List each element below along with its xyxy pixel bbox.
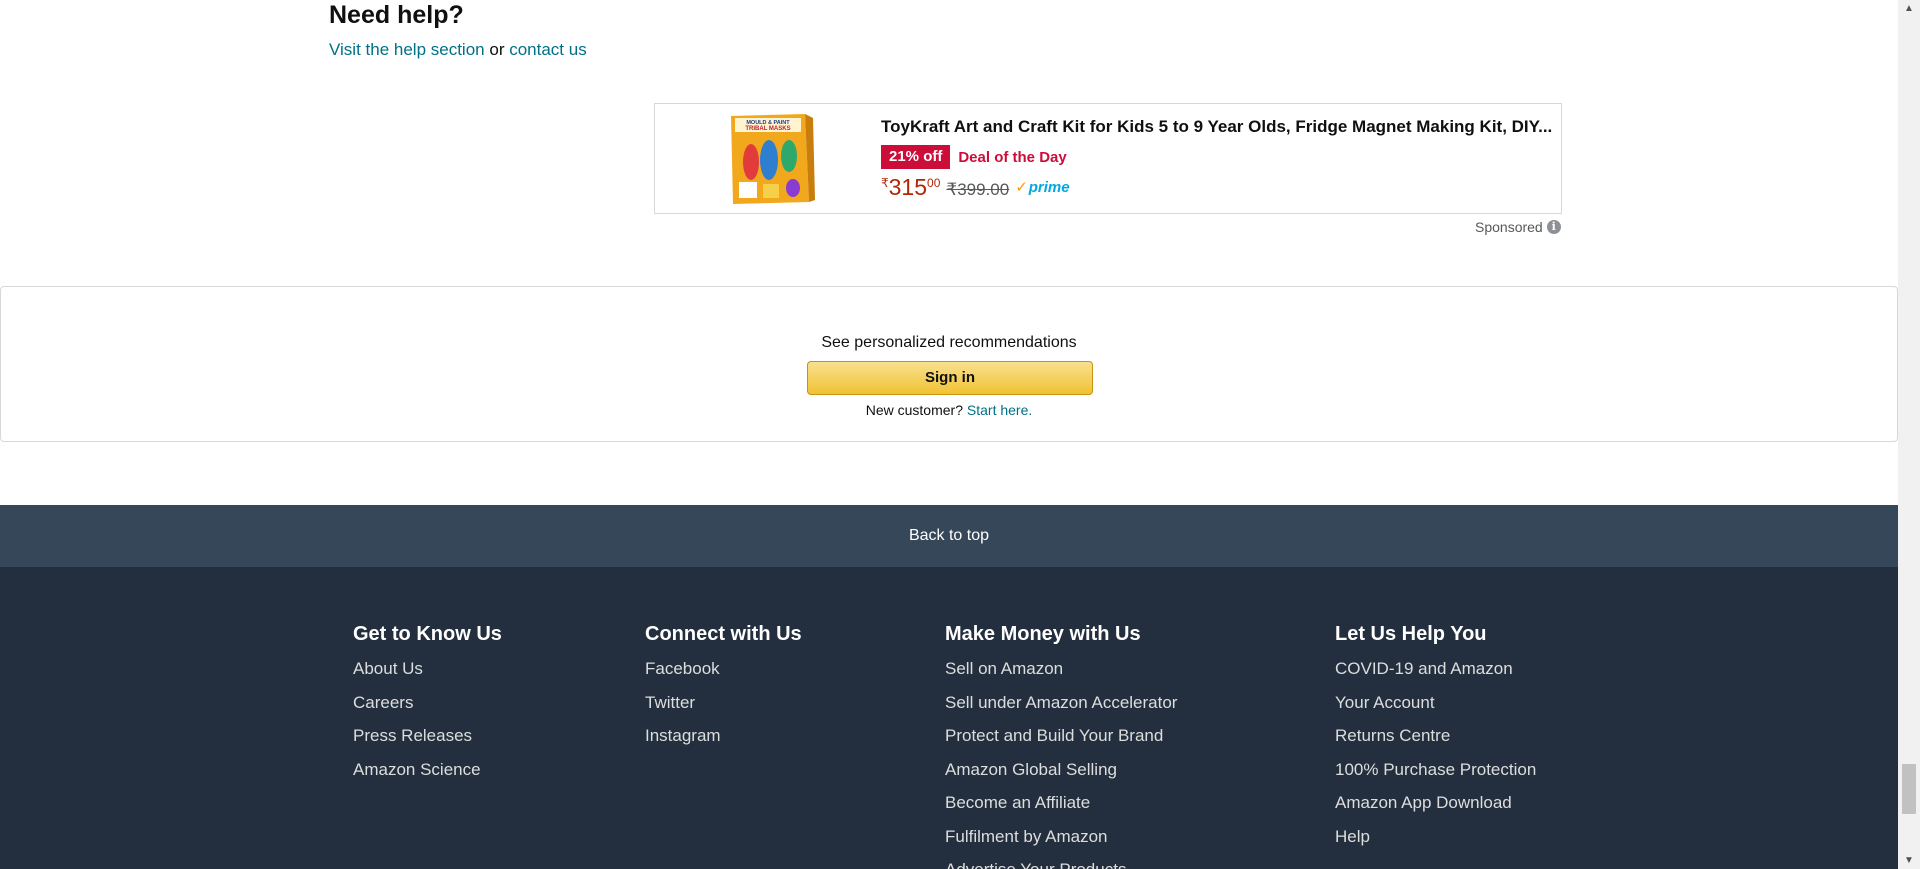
product-thumbnail[interactable]: MOULD & PAINT TRIBAL MASKS xyxy=(723,110,819,208)
product-box-image: MOULD & PAINT TRIBAL MASKS xyxy=(731,114,815,204)
help-section: Need help? Visit the help section or con… xyxy=(329,0,587,61)
footer-link-list: COVID-19 and Amazon Your Account Returns… xyxy=(1335,658,1536,848)
footer-link-purchase-protection[interactable]: 100% Purchase Protection xyxy=(1335,759,1536,781)
footer-column-title: Make Money with Us xyxy=(945,623,1141,645)
footer-column-make-money-with-us: Make Money with Us Sell on Amazon Sell u… xyxy=(945,622,1177,869)
footer-link-facebook[interactable]: Facebook xyxy=(645,658,802,680)
page: Need help? Visit the help section or con… xyxy=(0,0,1920,869)
help-line: Visit the help section or contact us xyxy=(329,39,587,61)
sponsored-text: Sponsored xyxy=(1475,219,1543,235)
help-section-link[interactable]: Visit the help section xyxy=(329,40,485,59)
help-or-text: or xyxy=(489,40,505,59)
old-price: ₹399.00 xyxy=(946,180,1010,199)
footer-link-about-us[interactable]: About Us xyxy=(353,658,502,680)
sponsored-product-card[interactable]: MOULD & PAINT TRIBAL MASKS ToyKraft Art … xyxy=(654,103,1562,214)
footer-link-list: About Us Careers Press Releases Amazon S… xyxy=(353,658,502,781)
recommendations-text: See personalized recommendations xyxy=(821,334,1077,351)
vertical-scrollbar[interactable]: ▲ ▼ xyxy=(1898,0,1920,869)
footer-link-become-affiliate[interactable]: Become an Affiliate xyxy=(945,792,1177,814)
footer-link-press-releases[interactable]: Press Releases xyxy=(353,725,502,747)
scrollbar-thumb[interactable] xyxy=(1902,764,1916,814)
footer: Get to Know Us About Us Careers Press Re… xyxy=(0,567,1898,869)
footer-column-connect-with-us: Connect with Us Facebook Twitter Instagr… xyxy=(645,622,802,759)
product-title[interactable]: ToyKraft Art and Craft Kit for Kids 5 to… xyxy=(881,116,1557,138)
footer-link-sell-on-amazon[interactable]: Sell on Amazon xyxy=(945,658,1177,680)
deal-of-the-day-label: Deal of the Day xyxy=(958,148,1067,166)
price-fraction: 00 xyxy=(927,176,941,190)
currency-symbol: ₹ xyxy=(881,176,889,190)
footer-link-help[interactable]: Help xyxy=(1335,826,1536,848)
footer-column-title: Let Us Help You xyxy=(1335,623,1487,645)
scroll-up-arrow-icon[interactable]: ▲ xyxy=(1898,0,1920,17)
prime-logo: ✓ prime xyxy=(1015,178,1070,197)
footer-link-app-download[interactable]: Amazon App Download xyxy=(1335,792,1536,814)
info-icon[interactable]: i xyxy=(1546,220,1561,234)
footer-link-protect-brand[interactable]: Protect and Build Your Brand xyxy=(945,725,1177,747)
footer-column-get-to-know-us: Get to Know Us About Us Careers Press Re… xyxy=(353,622,502,792)
footer-link-advertise[interactable]: Advertise Your Products xyxy=(945,859,1177,869)
footer-link-global-selling[interactable]: Amazon Global Selling xyxy=(945,759,1177,781)
price-row: ₹ 315 00 ₹399.00 ✓ prime xyxy=(881,174,1557,200)
footer-link-amazon-science[interactable]: Amazon Science xyxy=(353,759,502,781)
back-to-top-button[interactable]: Back to top xyxy=(0,505,1898,567)
footer-link-list: Sell on Amazon Sell under Amazon Acceler… xyxy=(945,658,1177,869)
help-title: Need help? xyxy=(329,1,464,29)
footer-link-careers[interactable]: Careers xyxy=(353,692,502,714)
sign-in-button[interactable]: Sign in xyxy=(807,361,1093,395)
product-info: ToyKraft Art and Craft Kit for Kids 5 to… xyxy=(881,116,1557,200)
footer-column-let-us-help-you: Let Us Help You COVID-19 and Amazon Your… xyxy=(1335,622,1536,859)
sponsored-label[interactable]: Sponsored i xyxy=(1475,219,1561,235)
personalized-recommendations-signin: See personalized recommendations Sign in… xyxy=(0,286,1898,442)
footer-link-list: Facebook Twitter Instagram xyxy=(645,658,802,747)
box-text-line-2: TRIBAL MASKS xyxy=(745,126,790,132)
footer-column-title: Connect with Us xyxy=(645,623,802,645)
footer-link-returns-centre[interactable]: Returns Centre xyxy=(1335,725,1536,747)
discount-badge: 21% off xyxy=(881,145,951,169)
new-customer-line: New customer? Start here. xyxy=(1,402,1897,418)
deal-row: 21% off Deal of the Day xyxy=(881,145,1557,169)
footer-link-your-account[interactable]: Your Account xyxy=(1335,692,1536,714)
contact-us-link[interactable]: contact us xyxy=(509,40,587,59)
footer-link-instagram[interactable]: Instagram xyxy=(645,725,802,747)
footer-link-twitter[interactable]: Twitter xyxy=(645,692,802,714)
price-whole: 315 xyxy=(888,174,928,200)
current-price: ₹ 315 00 xyxy=(881,174,940,200)
footer-link-fulfilment[interactable]: Fulfilment by Amazon xyxy=(945,826,1177,848)
start-here-link[interactable]: Start here. xyxy=(967,402,1032,418)
scroll-down-arrow-icon[interactable]: ▼ xyxy=(1898,852,1920,869)
prime-wordmark: prime xyxy=(1028,178,1070,196)
prime-check-icon: ✓ xyxy=(1015,179,1028,196)
footer-link-amazon-accelerator[interactable]: Sell under Amazon Accelerator xyxy=(945,692,1177,714)
new-customer-text: New customer? xyxy=(865,402,963,418)
footer-link-covid[interactable]: COVID-19 and Amazon xyxy=(1335,658,1536,680)
footer-column-title: Get to Know Us xyxy=(353,623,502,645)
